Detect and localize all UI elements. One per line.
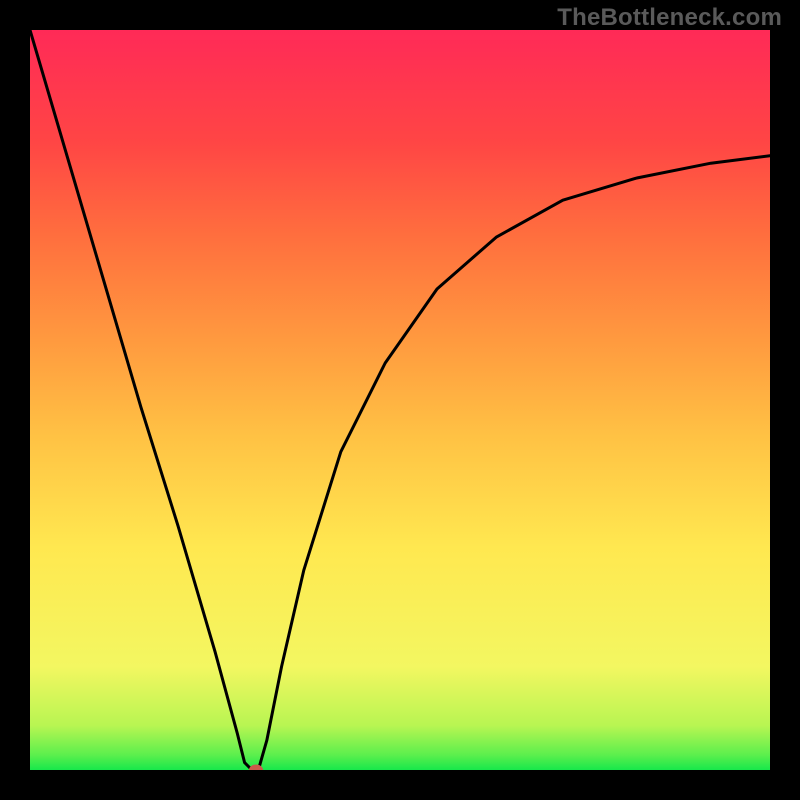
watermark-text: TheBottleneck.com [557,4,782,32]
chart-frame: TheBottleneck.com [0,0,800,800]
minimum-marker [249,765,263,771]
plot-area [30,30,770,770]
bottleneck-curve [30,30,770,770]
